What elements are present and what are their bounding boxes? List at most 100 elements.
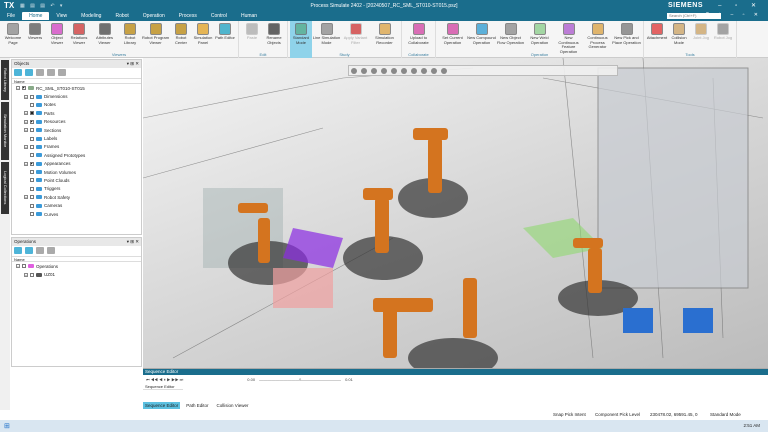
- tree-label: Appearances: [44, 161, 71, 167]
- checkbox[interactable]: [30, 212, 34, 217]
- expand-icon[interactable]: +: [24, 128, 28, 133]
- tree-item[interactable]: − Operations: [12, 262, 141, 270]
- tool-icon[interactable]: [14, 247, 22, 254]
- tab-sequence-editor[interactable]: Sequence Editor: [143, 402, 181, 409]
- tree-item[interactable]: + UZ01: [12, 270, 141, 278]
- tab-control[interactable]: Control: [204, 12, 234, 20]
- checkbox[interactable]: [22, 264, 26, 269]
- render-icon[interactable]: [391, 68, 397, 74]
- panel-controls[interactable]: ▾ ⊞ ✕: [127, 239, 139, 245]
- expand-icon[interactable]: +: [24, 144, 28, 149]
- expand-icon[interactable]: +: [24, 94, 28, 99]
- checkbox[interactable]: [30, 272, 34, 277]
- tool-icon[interactable]: [47, 69, 55, 76]
- side-tabs: Robot Library Simulation Monitor Logical…: [0, 58, 10, 410]
- checkbox[interactable]: [30, 102, 34, 107]
- tab-human[interactable]: Human: [234, 12, 264, 20]
- checkbox[interactable]: [30, 119, 34, 124]
- tool-icon[interactable]: [36, 69, 44, 76]
- window-controls[interactable]: – ▫ ✕: [718, 2, 762, 9]
- tab-collision-viewer[interactable]: Collision Viewer: [215, 402, 251, 409]
- tree-item[interactable]: + Resources: [12, 118, 141, 126]
- tree-item[interactable]: Curves: [12, 210, 141, 218]
- checkbox[interactable]: [30, 153, 34, 158]
- expand-icon[interactable]: +: [24, 119, 28, 124]
- expand-icon[interactable]: +: [24, 272, 28, 277]
- zoom-icon[interactable]: [351, 68, 357, 74]
- tab-process[interactable]: Process: [172, 12, 204, 20]
- checkbox[interactable]: [30, 111, 34, 116]
- tab-view[interactable]: View: [49, 12, 74, 20]
- tree-item[interactable]: + Frames: [12, 143, 141, 151]
- button-label: New Object Flow Operation: [496, 35, 525, 45]
- tree-item[interactable]: + Dimensions: [12, 92, 141, 100]
- tab-path-editor[interactable]: Path Editor: [184, 402, 210, 409]
- checkbox[interactable]: [30, 94, 34, 99]
- snap-icon[interactable]: [421, 68, 427, 74]
- snap-pick-intent[interactable]: Snap Pick Intent: [553, 412, 586, 417]
- time-field[interactable]: 0.00: [247, 377, 255, 382]
- tab-modeling[interactable]: Modeling: [74, 12, 108, 20]
- start-icon[interactable]: ⊞: [4, 422, 10, 430]
- tree-item[interactable]: + Parts: [12, 109, 141, 117]
- expand-icon[interactable]: +: [24, 161, 28, 166]
- settings-icon[interactable]: [441, 68, 447, 74]
- checkbox[interactable]: [30, 186, 34, 191]
- tool-icon[interactable]: [25, 69, 33, 76]
- checkbox[interactable]: [30, 128, 34, 133]
- tree-item[interactable]: Point Clouds: [12, 176, 141, 184]
- checkbox[interactable]: [22, 86, 26, 91]
- step-field[interactable]: 0.01: [345, 377, 353, 382]
- pick-level[interactable]: Component Pick Level: [595, 412, 640, 417]
- checkbox[interactable]: [30, 195, 34, 200]
- tree-item[interactable]: + Appearances: [12, 160, 141, 168]
- tree-item[interactable]: Triggers: [12, 185, 141, 193]
- collapse-icon[interactable]: −: [16, 86, 20, 91]
- expand-icon[interactable]: +: [24, 195, 28, 200]
- collapse-icon[interactable]: −: [16, 264, 20, 269]
- ribbon-controls[interactable]: ? ˄ – ▫ ✕: [706, 12, 762, 18]
- tab-home[interactable]: Home: [22, 12, 50, 20]
- side-tab-simulation-monitor[interactable]: Simulation Monitor: [1, 102, 9, 160]
- checkbox[interactable]: [30, 178, 34, 183]
- tool-icon[interactable]: [14, 69, 22, 76]
- pick-icon[interactable]: [411, 68, 417, 74]
- panel-controls[interactable]: ▾ ⊞ ✕: [127, 61, 139, 67]
- simulation-recorder-icon: [378, 23, 391, 35]
- tree-item[interactable]: Notes: [12, 101, 141, 109]
- zoom-fit-icon[interactable]: [361, 68, 367, 74]
- rotate-icon[interactable]: [371, 68, 377, 74]
- tree-item[interactable]: Assigned Prototypes: [12, 151, 141, 159]
- playback-controls[interactable]: ⏮ ◀◀ ◀ ⏸ ▶ ▶▶ ⏭: [146, 377, 183, 382]
- tab-file[interactable]: File: [0, 12, 22, 20]
- checkbox[interactable]: [30, 136, 34, 141]
- checkbox[interactable]: [30, 161, 34, 166]
- ribbon-group-tools: Attachment Collision Mode Joint Jog Robot J…: [644, 21, 737, 58]
- tree-item[interactable]: Labels: [12, 134, 141, 142]
- button-label: Upload to Collaborate: [408, 35, 429, 45]
- tree-item[interactable]: + Sections: [12, 126, 141, 134]
- tool-icon[interactable]: [47, 247, 55, 254]
- tool-icon[interactable]: [58, 69, 66, 76]
- tool-icon[interactable]: [36, 247, 44, 254]
- tree-root[interactable]: − RC_SML_ST010-ST015: [12, 84, 141, 92]
- sequence-column-header[interactable]: Sequence Editor: [143, 384, 183, 390]
- tree-item[interactable]: Cameras: [12, 201, 141, 209]
- section-icon[interactable]: [401, 68, 407, 74]
- tree-item[interactable]: Motion Volumes: [12, 168, 141, 176]
- 3d-viewport[interactable]: [143, 58, 768, 368]
- tool-icon[interactable]: [25, 247, 33, 254]
- side-tab-logical-collections[interactable]: Logical Collections: [1, 162, 9, 214]
- measure-icon[interactable]: [431, 68, 437, 74]
- tab-operation[interactable]: Operation: [136, 12, 172, 20]
- time-slider[interactable]: ——————————◊——————————: [259, 377, 341, 382]
- side-tab-robot-library[interactable]: Robot Library: [1, 60, 9, 100]
- checkbox[interactable]: [30, 144, 34, 149]
- button-label: Continuous Process Generator: [587, 35, 608, 49]
- checkbox[interactable]: [30, 203, 34, 208]
- tab-robot[interactable]: Robot: [108, 12, 135, 20]
- view-icon[interactable]: [381, 68, 387, 74]
- expand-icon[interactable]: +: [24, 111, 28, 116]
- tree-item[interactable]: + Robot Safety: [12, 193, 141, 201]
- checkbox[interactable]: [30, 170, 34, 175]
